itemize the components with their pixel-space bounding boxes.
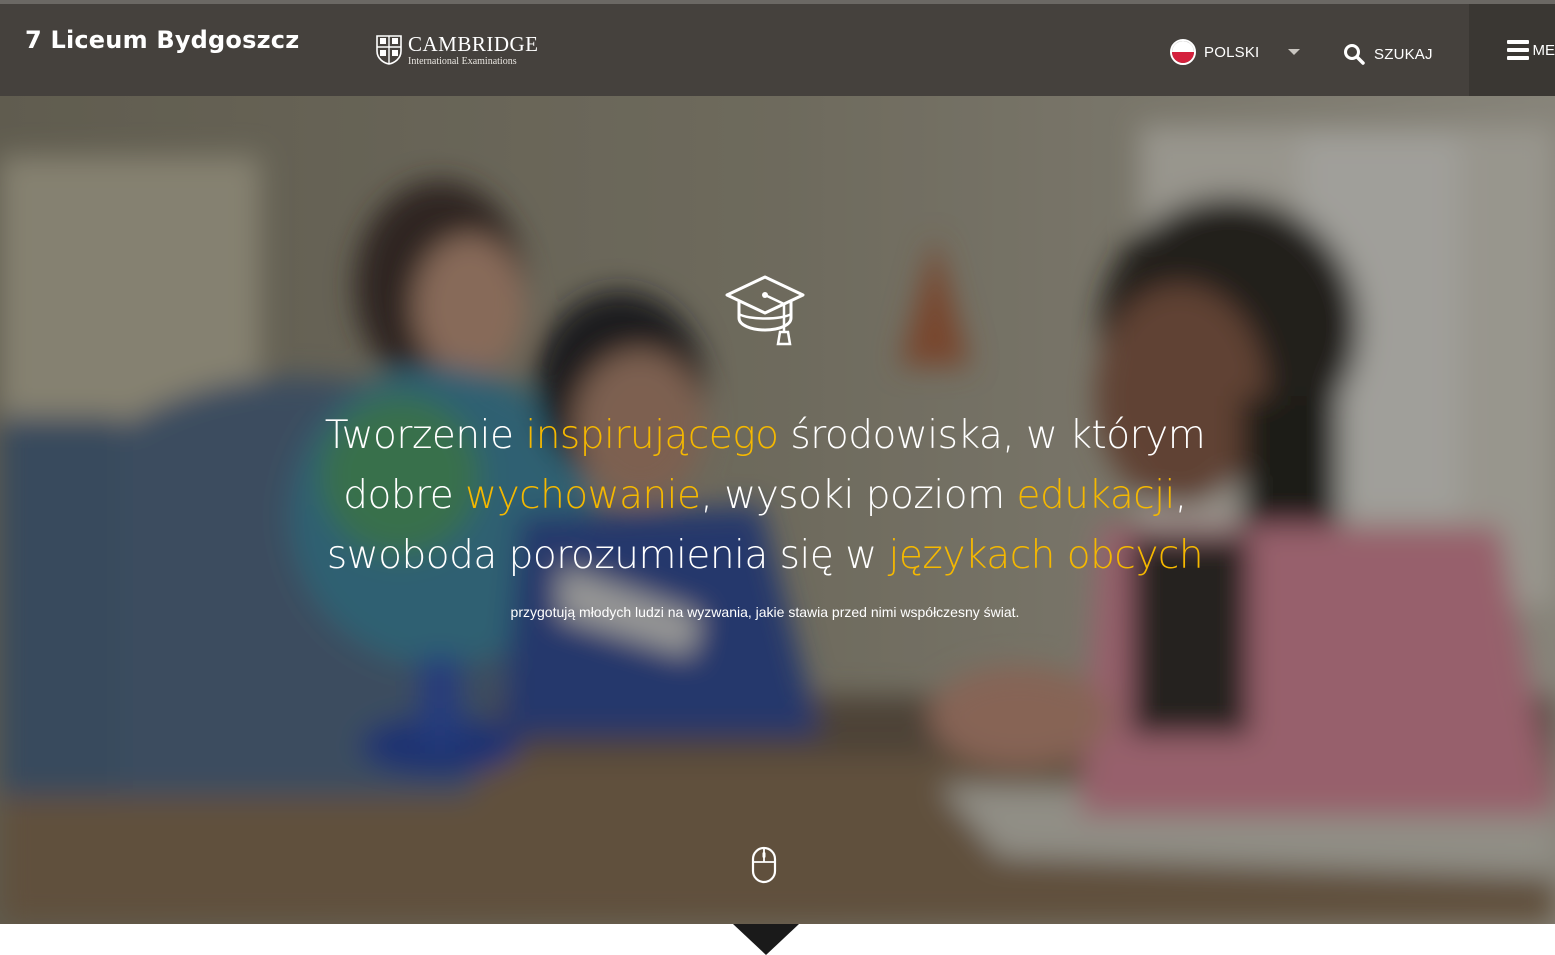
- poland-flag-icon: [1170, 39, 1196, 65]
- headline-highlight: wychowanie: [465, 473, 701, 518]
- mouse-scroll-icon[interactable]: [751, 846, 777, 884]
- language-selector[interactable]: POLSKI: [1170, 37, 1310, 67]
- headline-text: Tworzenie: [324, 413, 526, 458]
- headline-highlight: językach obcych: [888, 533, 1204, 578]
- headline-line-1: Tworzenie inspirującego środowiska, w kt…: [200, 406, 1330, 466]
- headline-line-2: dobre wychowanie, wysoki poziom edukacji…: [200, 466, 1330, 526]
- cambridge-subtitle: International Examinations: [408, 56, 517, 67]
- headline-text: środowiska, w którym: [778, 413, 1206, 458]
- cambridge-logo[interactable]: CAMBRIDGE International Examinations: [376, 32, 546, 68]
- headline-highlight: edukacji: [1016, 473, 1175, 518]
- site-title[interactable]: 7 Liceum Bydgoszcz: [25, 26, 299, 54]
- cambridge-name: CAMBRIDGE: [408, 32, 539, 56]
- hamburger-menu-icon: [1507, 40, 1529, 60]
- language-label: POLSKI: [1204, 43, 1260, 61]
- site-header: 7 Liceum Bydgoszcz CAMBRIDGE Internation…: [0, 4, 1555, 96]
- graduation-cap-icon: [725, 275, 805, 346]
- hero-subline: przygotują młodych ludzi na wyzwania, ja…: [510, 604, 1020, 620]
- search-button[interactable]: SZUKAJ: [1342, 40, 1433, 68]
- menu-label: ME: [1532, 41, 1555, 59]
- menu-button[interactable]: ME: [1469, 4, 1555, 96]
- cambridge-shield-icon: [376, 35, 402, 65]
- content-start: [0, 924, 1555, 955]
- hero-section: Tworzenie inspirującego środowiska, w kt…: [0, 96, 1555, 924]
- hero-headline: Tworzenie inspirującego środowiska, w kt…: [200, 406, 1330, 586]
- arrow-down-icon: [733, 924, 799, 955]
- headline-text: dobre: [343, 473, 466, 518]
- search-icon: [1344, 44, 1365, 65]
- headline-highlight: inspirującego: [525, 413, 779, 458]
- headline-text: swoboda porozumienia się w: [326, 533, 889, 578]
- headline-line-3: swoboda porozumienia się w językach obcy…: [200, 526, 1330, 586]
- headline-text: ,: [1174, 473, 1187, 518]
- headline-text: , wysoki poziom: [700, 473, 1017, 518]
- caret-down-icon: [1288, 49, 1300, 55]
- search-label: SZUKAJ: [1374, 45, 1433, 63]
